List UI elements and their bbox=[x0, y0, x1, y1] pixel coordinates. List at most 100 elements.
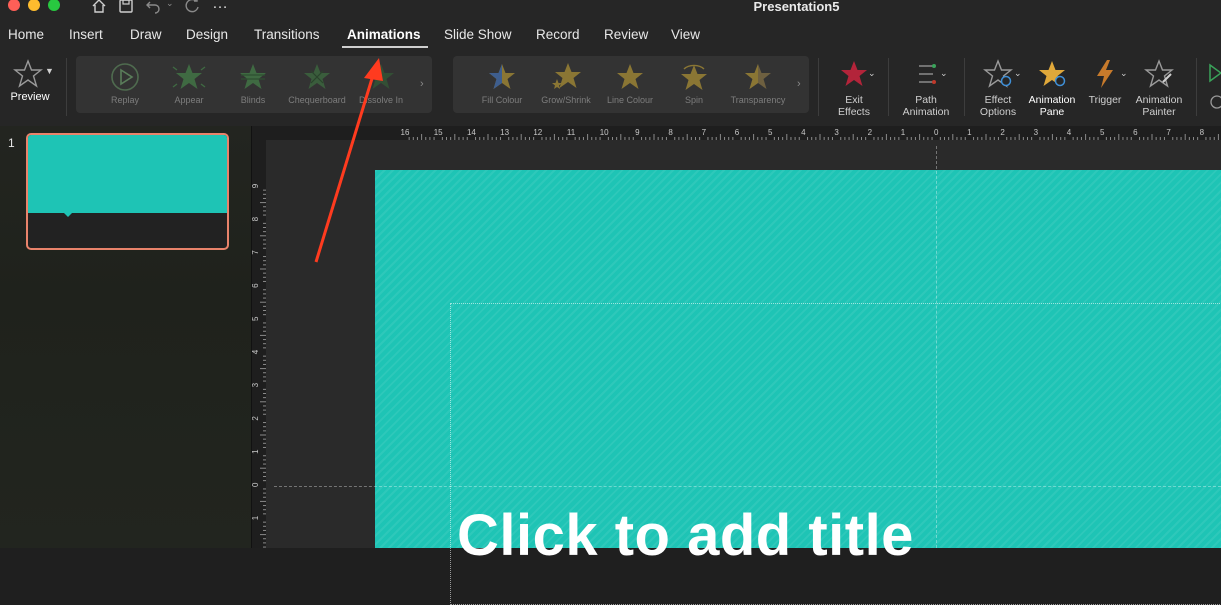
ruler-label: 6 bbox=[252, 283, 260, 288]
animation-pane-button[interactable]: Animation Pane bbox=[1026, 58, 1078, 118]
ruler-label: 10 bbox=[600, 128, 609, 137]
clock-icon[interactable] bbox=[1208, 94, 1221, 110]
exit-effects-button[interactable]: ⌄ Exit Effects bbox=[830, 58, 878, 118]
exit-effects-dropdown-icon[interactable]: ⌄ bbox=[868, 68, 876, 79]
effect-label: Blinds bbox=[240, 95, 266, 105]
tab-record[interactable]: Record bbox=[536, 27, 580, 42]
tab-insert[interactable]: Insert bbox=[69, 27, 103, 42]
ruler-label: 11 bbox=[567, 128, 576, 137]
tab-transitions[interactable]: Transitions bbox=[254, 27, 320, 42]
path-animation-label-2: Animation bbox=[902, 106, 950, 118]
preview-dropdown-icon[interactable]: ▼ bbox=[45, 66, 54, 76]
tab-home[interactable]: Home bbox=[8, 27, 44, 42]
ribbon-tabs: Home Insert Draw Design Transitions Anim… bbox=[0, 22, 1221, 50]
tab-view[interactable]: View bbox=[671, 27, 700, 42]
ruler-label: 3 bbox=[834, 128, 839, 137]
effect-dissolve-in[interactable]: Dissolve In bbox=[346, 56, 416, 105]
tab-animations[interactable]: Animations bbox=[347, 27, 421, 42]
gallery-scroll-icon[interactable]: › bbox=[420, 78, 424, 90]
ribbon-separator bbox=[818, 58, 819, 116]
ruler-label: 5 bbox=[252, 316, 260, 321]
ruler-label: 6 bbox=[735, 128, 740, 137]
slide-editor-canvas[interactable]: 16151413121110987654321012345678 9876543… bbox=[251, 126, 1221, 605]
trigger-dropdown-icon[interactable]: ⌄ bbox=[1120, 68, 1128, 79]
gallery-scroll-icon[interactable]: › bbox=[797, 78, 801, 90]
preview-button[interactable]: ▼ Preview bbox=[4, 58, 56, 103]
path-animation-button[interactable]: ⌄ Path Animation bbox=[896, 58, 956, 118]
trigger-label: Trigger bbox=[1088, 94, 1122, 106]
exit-star-icon bbox=[841, 61, 867, 86]
vertical-guide[interactable] bbox=[936, 146, 937, 548]
ruler-label: 5 bbox=[1100, 128, 1105, 137]
ruler-label: 9 bbox=[635, 128, 640, 137]
effect-options-dropdown-icon[interactable]: ⌄ bbox=[1014, 68, 1022, 79]
replay-icon bbox=[111, 63, 139, 91]
slide-number: 1 bbox=[8, 136, 15, 150]
exit-effects-label-2: Effects bbox=[838, 106, 870, 118]
tab-review[interactable]: Review bbox=[604, 27, 648, 42]
animation-pane-icon bbox=[1039, 61, 1066, 87]
ruler-label: 8 bbox=[252, 216, 260, 221]
thumbnail-notch bbox=[62, 211, 74, 217]
ruler-label: 8 bbox=[668, 128, 673, 137]
effect-label: Spin bbox=[684, 95, 703, 105]
slide[interactable] bbox=[375, 170, 1221, 605]
effect-label: Appear bbox=[174, 95, 204, 105]
ruler-label: 6 bbox=[1133, 128, 1138, 137]
ruler-label: 8 bbox=[1200, 128, 1205, 137]
active-tab-indicator bbox=[342, 46, 428, 48]
effect-grow-shrink[interactable]: Grow/Shrink bbox=[531, 56, 601, 105]
effect-label: Replay bbox=[110, 95, 139, 105]
ruler-label: 7 bbox=[1166, 128, 1171, 137]
effect-appear[interactable]: Appear bbox=[154, 56, 224, 105]
slide-thumbnail-pane: 1 bbox=[0, 126, 251, 548]
star-icon bbox=[552, 63, 581, 89]
slide-thumbnail[interactable] bbox=[26, 133, 229, 250]
effect-options-label-2: Options bbox=[979, 106, 1017, 118]
ruler-label: 1 bbox=[967, 128, 972, 137]
ruler-label: 4 bbox=[252, 349, 260, 354]
effect-chequerboard[interactable]: Chequerboard bbox=[282, 56, 352, 105]
ruler-label: 13 bbox=[500, 128, 509, 137]
ribbon-separator bbox=[66, 58, 67, 116]
effect-blinds[interactable]: Blinds bbox=[218, 56, 288, 105]
ruler-label: 9 bbox=[252, 183, 260, 188]
thumbnail-teal-band bbox=[28, 135, 227, 213]
tab-slide-show[interactable]: Slide Show bbox=[444, 27, 512, 42]
vertical-ruler[interactable]: 9 8 7 6 5 4 3 2 1 0 1 bbox=[251, 140, 266, 548]
ruler-label: 4 bbox=[1067, 128, 1072, 137]
effect-spin[interactable]: Spin bbox=[659, 56, 729, 105]
document-title: Presentation5 bbox=[753, 0, 840, 14]
effect-label: Fill Colour bbox=[481, 95, 523, 105]
play-icon[interactable] bbox=[1208, 62, 1221, 84]
path-animation-dropdown-icon[interactable]: ⌄ bbox=[940, 68, 948, 79]
animation-painter-icon bbox=[1144, 59, 1174, 88]
star-icon bbox=[489, 64, 515, 89]
star-icon bbox=[617, 64, 643, 89]
ruler-label: 2 bbox=[252, 416, 260, 421]
ribbon: ▼ Preview Replay Appear Blinds Chequerbo… bbox=[0, 50, 1221, 127]
tab-design[interactable]: Design bbox=[186, 27, 228, 42]
tab-draw[interactable]: Draw bbox=[130, 27, 162, 42]
ruler-label: 12 bbox=[533, 128, 542, 137]
horizontal-ruler[interactable]: 16 15 14 13 12 11 10 9 8 7 6 5 4 3 2 1 0 1 2 3 4 5 6 7 8 bbox=[266, 126, 1221, 140]
star-icon bbox=[172, 64, 206, 89]
effect-line-colour[interactable]: Line Colour bbox=[595, 56, 665, 105]
effect-replay[interactable]: Replay bbox=[90, 56, 160, 105]
horizontal-guide[interactable] bbox=[274, 486, 1221, 487]
effect-options-button[interactable]: ⌄ Effect Options bbox=[972, 58, 1024, 118]
star-icon bbox=[745, 64, 771, 89]
exit-effects-label-1: Exit bbox=[845, 94, 863, 106]
title-placeholder[interactable] bbox=[450, 303, 1221, 605]
effect-fill-colour[interactable]: Fill Colour bbox=[467, 56, 537, 105]
effect-label: Line Colour bbox=[606, 95, 654, 105]
star-icon bbox=[681, 64, 707, 90]
trigger-button[interactable]: ⌄ Trigger bbox=[1082, 58, 1128, 106]
effect-transparency[interactable]: Transparency bbox=[723, 56, 793, 105]
effect-label: Grow/Shrink bbox=[541, 95, 591, 105]
trigger-lightning-icon bbox=[1097, 60, 1113, 88]
animation-painter-label-1: Animation bbox=[1135, 94, 1183, 106]
animation-painter-button[interactable]: Animation Painter bbox=[1130, 58, 1188, 118]
ruler-label: 3 bbox=[1034, 128, 1039, 137]
ribbon-separator bbox=[1196, 58, 1197, 116]
